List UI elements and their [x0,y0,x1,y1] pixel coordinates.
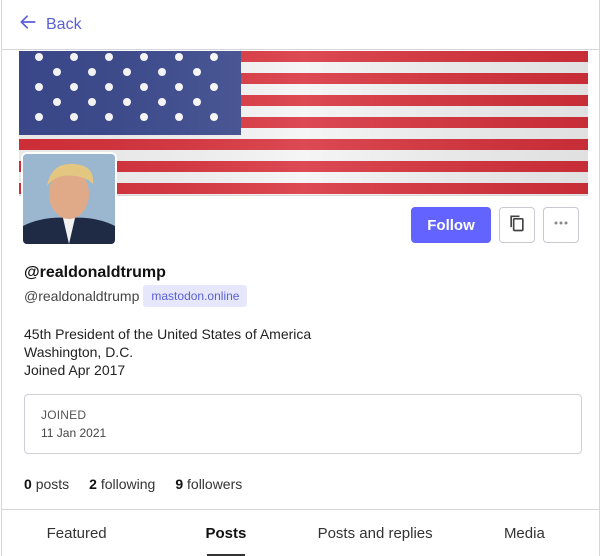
account-counts: 0 posts 2 following 9 followers [24,476,242,492]
posts-count[interactable]: 0 posts [24,476,69,492]
tab-media[interactable]: Media [450,510,599,556]
bio-line: Washington, D.C. [24,344,134,360]
back-button[interactable]: Back [18,12,82,37]
profile-actions: Follow [411,207,579,243]
joined-label: JOINED [41,408,87,422]
tab-posts-and-replies[interactable]: Posts and replies [301,510,450,556]
server-badge[interactable]: mastodon.online [143,285,248,307]
back-label: Back [46,15,82,33]
account-handle: @realdonaldtrump [24,288,140,304]
handle-row: @realdonaldtrump mastodon.online [24,285,248,307]
profile-column: Back Follow @realdonaldtrump @realdonald… [1,0,600,556]
following-count[interactable]: 2 following [89,476,155,492]
copy-link-button[interactable] [499,207,535,243]
avatar[interactable] [21,152,117,246]
arrow-left-icon [18,12,38,37]
follow-button[interactable]: Follow [411,207,491,243]
bio-line: Joined Apr 2017 [24,362,126,378]
followers-count[interactable]: 9 followers [175,476,242,492]
copy-icon [507,213,527,238]
display-name: @realdonaldtrump [24,264,166,281]
profile-tabs: Featured Posts Posts and replies Media [2,509,599,556]
joined-field: JOINED 11 Jan 2021 [24,394,582,454]
more-options-button[interactable] [543,207,579,243]
bio-line: 45th President of the United States of A… [24,326,312,342]
bio: 45th President of the United States of A… [24,325,311,379]
tab-posts[interactable]: Posts [151,510,300,556]
ellipsis-icon [551,213,571,238]
joined-date: 11 Jan 2021 [41,426,107,440]
tab-featured[interactable]: Featured [2,510,151,556]
top-bar: Back [2,0,599,50]
